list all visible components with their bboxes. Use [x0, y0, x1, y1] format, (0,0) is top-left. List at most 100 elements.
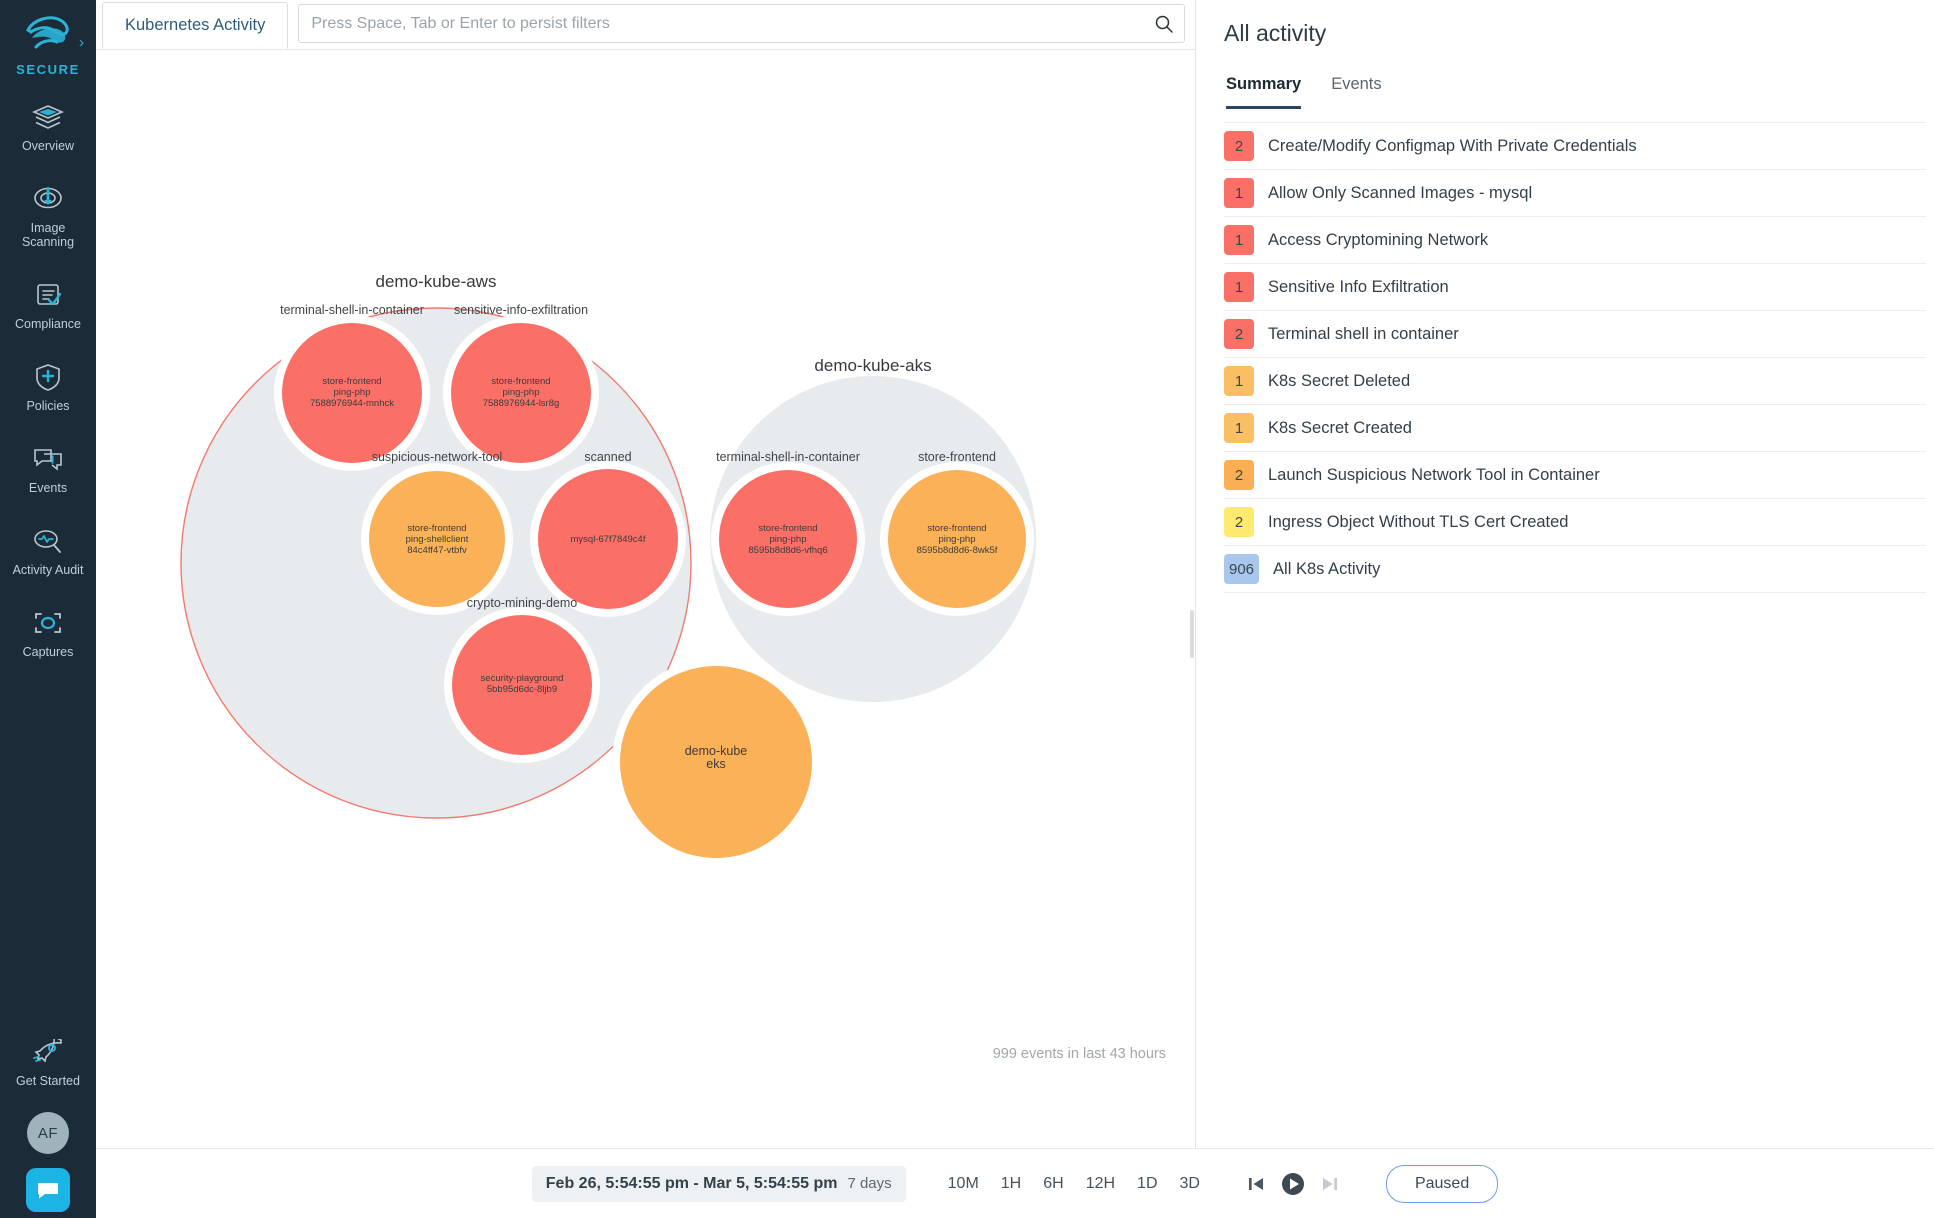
sidebar-item-activity-audit[interactable]: Activity Audit [0, 513, 96, 583]
sysdig-logo-icon [21, 12, 75, 58]
range-10m[interactable]: 10M [948, 1175, 979, 1193]
brand-name: SECURE [16, 62, 80, 77]
list-item-label: Access Cryptomining Network [1268, 231, 1488, 250]
sidebar-item-image-scanning[interactable]: ImageScanning [0, 171, 96, 255]
bubble-chart-svg[interactable]: demo-kube-aws terminal-shell-in-containe… [96, 50, 1196, 1090]
cluster-title: demo-kube-aws [376, 272, 497, 291]
range-3d[interactable]: 3D [1180, 1175, 1200, 1193]
sidebar-item-label: Captures [23, 645, 74, 659]
status-badge: 2 [1224, 131, 1254, 161]
list-item[interactable]: 2 Terminal shell in container [1224, 310, 1926, 358]
range-12h[interactable]: 12H [1086, 1175, 1115, 1193]
chat-bubble-icon[interactable] [26, 1168, 70, 1212]
status-badge: 2 [1224, 507, 1254, 537]
chevron-right-icon[interactable]: › [79, 34, 84, 51]
status-badge: 1 [1224, 225, 1254, 255]
tab-label: Summary [1226, 75, 1301, 93]
sidebar-item-label: Events [29, 481, 67, 495]
cluster-demo-kube-aws[interactable]: demo-kube-aws terminal-shell-in-containe… [181, 272, 691, 818]
tab-label: Kubernetes Activity [125, 16, 265, 35]
cluster-label-line1: demo-kube [685, 744, 748, 758]
bubble-inner-line1: store-frontend [407, 523, 466, 534]
range-buttons: 10M 1H 6H 12H 1D 3D [948, 1175, 1200, 1193]
sidebar-item-overview[interactable]: Overview [0, 89, 96, 159]
cluster-demo-kube-eks[interactable]: demo-kube eks [612, 658, 820, 866]
bubble-inner-line1: mysql-67f7849c4f [571, 534, 646, 545]
list-item-label: Sensitive Info Exfiltration [1268, 278, 1449, 297]
cluster-title: demo-kube-aks [814, 356, 931, 375]
bubble-inner-line2: ping-php [939, 534, 976, 545]
search-icon[interactable] [1151, 11, 1177, 37]
status-badge: 906 [1224, 554, 1259, 584]
play-icon[interactable] [1280, 1171, 1306, 1197]
timeline-bar: Feb 26, 5:54:55 pm - Mar 5, 5:54:55 pm 7… [96, 1148, 1934, 1218]
bubble-inner-line2: 5bb95d6dc-8ljb9 [487, 684, 557, 695]
time-range-selector[interactable]: Feb 26, 5:54:55 pm - Mar 5, 5:54:55 pm 7… [532, 1166, 906, 1202]
bubble-group-label: scanned [584, 450, 631, 464]
pause-toggle-button[interactable]: Paused [1386, 1165, 1498, 1203]
list-item[interactable]: 1 Sensitive Info Exfiltration [1224, 263, 1926, 311]
status-badge: 2 [1224, 319, 1254, 349]
avatar[interactable]: AF [27, 1112, 69, 1154]
list-item-label: Terminal shell in container [1268, 325, 1459, 344]
time-range-span: 7 days [847, 1175, 891, 1192]
tab-kubernetes-activity[interactable]: Kubernetes Activity [102, 2, 288, 49]
list-item[interactable]: 1 Access Cryptomining Network [1224, 216, 1926, 264]
sidebar-item-label: Overview [22, 139, 74, 153]
list-item[interactable]: 906 All K8s Activity [1224, 545, 1926, 593]
bubble-inner-line2: ping-php [770, 534, 807, 545]
list-item-label: Allow Only Scanned Images - mysql [1268, 184, 1532, 203]
range-6h[interactable]: 6H [1043, 1175, 1063, 1193]
list-item[interactable]: 2 Launch Suspicious Network Tool in Cont… [1224, 451, 1926, 499]
kubernetes-activity-page: SECURE › Overview [0, 0, 1934, 1218]
bubble-group-label: sensitive-info-exfiltration [454, 303, 588, 317]
layers-icon [31, 101, 65, 133]
range-1h[interactable]: 1H [1001, 1175, 1021, 1193]
sidebar-item-events[interactable]: Events [0, 431, 96, 501]
bubble-chart-canvas[interactable]: demo-kube-aws terminal-shell-in-containe… [96, 50, 1196, 1140]
sidebar-item-label: Policies [26, 399, 69, 413]
sidebar-item-get-started[interactable]: Get Started [0, 1024, 96, 1094]
search-input[interactable] [298, 4, 1185, 43]
bubble-inner-line1: security-playground [481, 673, 564, 684]
bubble-group-label: crypto-mining-demo [467, 596, 578, 610]
tab-events[interactable]: Events [1331, 75, 1381, 109]
cluster-demo-kube-aks[interactable]: demo-kube-aks terminal-shell-in-containe… [710, 356, 1036, 702]
status-badge: 1 [1224, 366, 1254, 396]
skip-to-start-icon[interactable] [1246, 1174, 1266, 1194]
bubble-inner-line1: store-frontend [927, 523, 986, 534]
avatar-initials: AF [38, 1125, 58, 1142]
bubble-inner-line2: ping-php [503, 387, 540, 398]
list-item-label: Create/Modify Configmap With Private Cre… [1268, 137, 1637, 156]
list-item[interactable]: 2 Create/Modify Configmap With Private C… [1224, 122, 1926, 170]
list-item[interactable]: 1 Allow Only Scanned Images - mysql [1224, 169, 1926, 217]
activity-panel: All activity Summary Events 2 Create/Mod… [1196, 0, 1934, 1218]
filter-search-wrapper [298, 4, 1185, 43]
clipboard-check-icon [31, 279, 65, 311]
list-item[interactable]: 1 K8s Secret Deleted [1224, 357, 1926, 405]
sidebar-item-captures[interactable]: Captures [0, 595, 96, 665]
scan-target-icon [31, 183, 65, 215]
bubble-group-label: store-frontend [918, 450, 996, 464]
left-sidebar: SECURE › Overview [0, 0, 96, 1218]
tab-summary[interactable]: Summary [1226, 75, 1301, 109]
list-item[interactable]: 1 K8s Secret Created [1224, 404, 1926, 452]
skip-to-end-icon[interactable] [1320, 1174, 1340, 1194]
list-item[interactable]: 2 Ingress Object Without TLS Cert Create… [1224, 498, 1926, 546]
sidebar-item-compliance[interactable]: Compliance [0, 267, 96, 337]
brand[interactable]: SECURE › [0, 12, 96, 77]
sidebar-item-label: Get Started [16, 1074, 80, 1088]
bubble-inner-line3: 8595b8d8d6-8wk5f [917, 545, 998, 556]
main-panel: Kubernetes Activity demo-kube-aws [96, 0, 1196, 1218]
events-count-note: 999 events in last 43 hours [993, 1046, 1166, 1062]
sidebar-item-policies[interactable]: Policies [0, 349, 96, 419]
range-1d[interactable]: 1D [1137, 1175, 1157, 1193]
vertical-resize-handle[interactable] [1190, 610, 1194, 658]
rocket-icon [31, 1036, 65, 1068]
status-badge: 1 [1224, 413, 1254, 443]
status-badge: 1 [1224, 178, 1254, 208]
transport-controls [1246, 1171, 1340, 1197]
shield-plus-icon [31, 361, 65, 393]
sidebar-item-label: Compliance [15, 317, 81, 331]
list-item-label: Launch Suspicious Network Tool in Contai… [1268, 466, 1600, 485]
